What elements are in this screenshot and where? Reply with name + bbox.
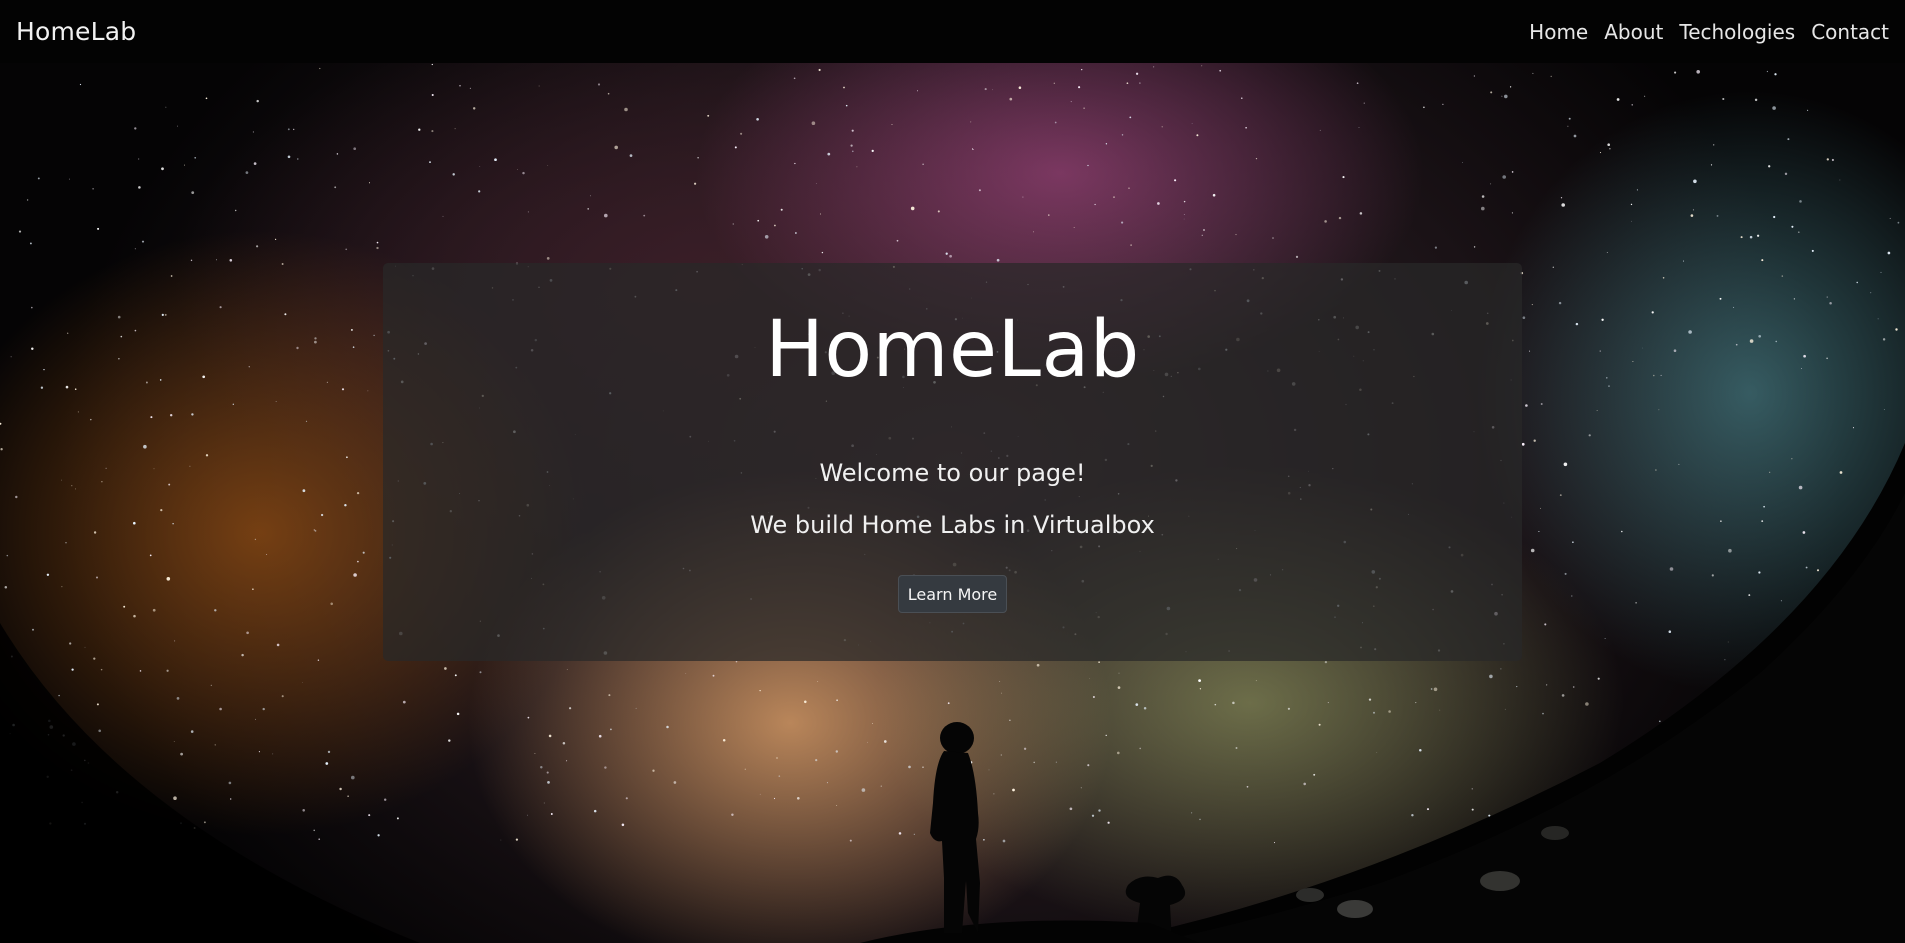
nav-item-home: Home <box>1529 20 1588 44</box>
nav-item-technologies: Techologies <box>1679 20 1795 44</box>
nav-link-about[interactable]: About <box>1604 20 1663 44</box>
hero-welcome-text: Welcome to our page! <box>819 459 1086 487</box>
nav-item-about: About <box>1604 20 1663 44</box>
hero-background: HomeLab Welcome to our page! We build Ho… <box>0 63 1905 943</box>
person-silhouette <box>930 722 980 933</box>
nav-links: Home About Techologies Contact <box>1529 20 1889 44</box>
nav-link-home[interactable]: Home <box>1529 20 1588 44</box>
learn-more-button[interactable]: Learn More <box>898 575 1007 613</box>
hero-tagline: We build Home Labs in Virtualbox <box>750 511 1155 539</box>
nav-link-contact[interactable]: Contact <box>1811 20 1889 44</box>
hero-card: HomeLab Welcome to our page! We build Ho… <box>383 263 1522 661</box>
brand-link[interactable]: HomeLab <box>16 17 136 46</box>
nav-item-contact: Contact <box>1811 20 1889 44</box>
navbar: HomeLab Home About Techologies Contact <box>0 0 1905 63</box>
hero-title: HomeLab <box>765 305 1140 395</box>
nav-link-technologies[interactable]: Techologies <box>1679 20 1795 44</box>
